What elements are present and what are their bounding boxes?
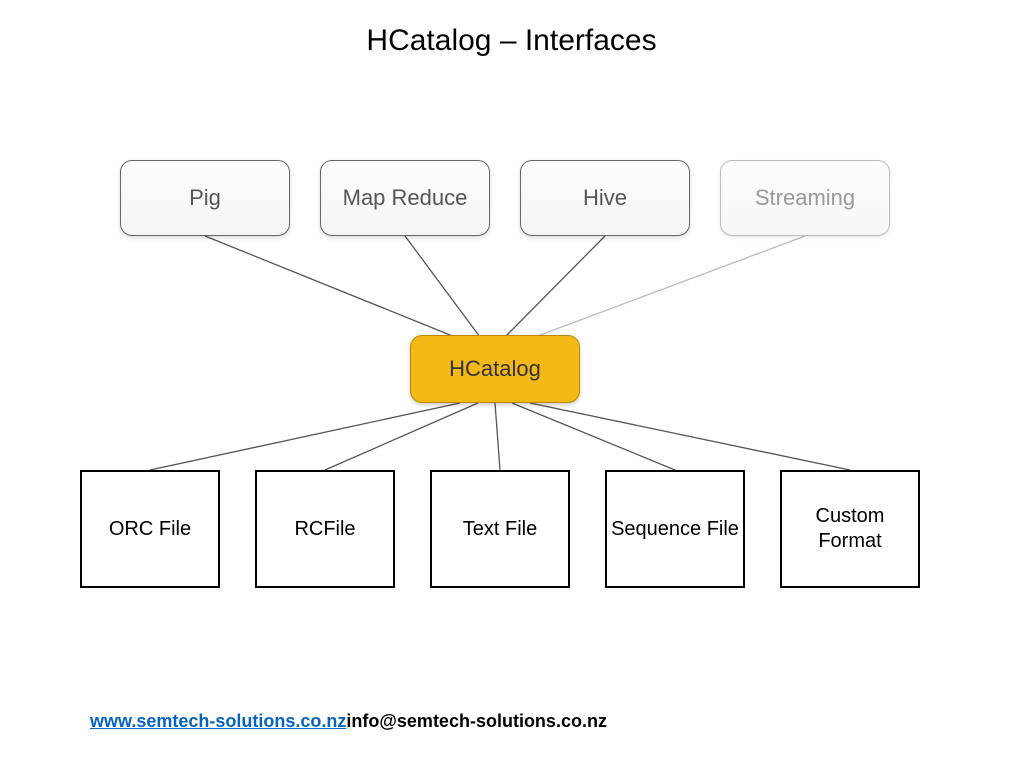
node-rcfile: RCFile	[255, 470, 395, 588]
footer-link[interactable]: www.semtech-solutions.co.nz	[90, 711, 346, 731]
node-streaming: Streaming	[720, 160, 890, 236]
node-map-reduce: Map Reduce	[320, 160, 490, 236]
node-sequence-file: Sequence File	[605, 470, 745, 588]
node-hcatalog: HCatalog	[410, 335, 580, 403]
node-pig: Pig	[120, 160, 290, 236]
node-text-file: Text File	[430, 470, 570, 588]
node-hive: Hive	[520, 160, 690, 236]
footer-email: info@semtech-solutions.co.nz	[346, 711, 607, 731]
footer: www.semtech-solutions.co.nzinfo@semtech-…	[90, 711, 607, 732]
diagram-container: Pig Map Reduce Hive Streaming HCatalog O…	[60, 130, 960, 650]
node-custom-format: Custom Format	[780, 470, 920, 588]
slide-title: HCatalog – Interfaces	[0, 24, 1023, 58]
node-orc-file: ORC File	[80, 470, 220, 588]
